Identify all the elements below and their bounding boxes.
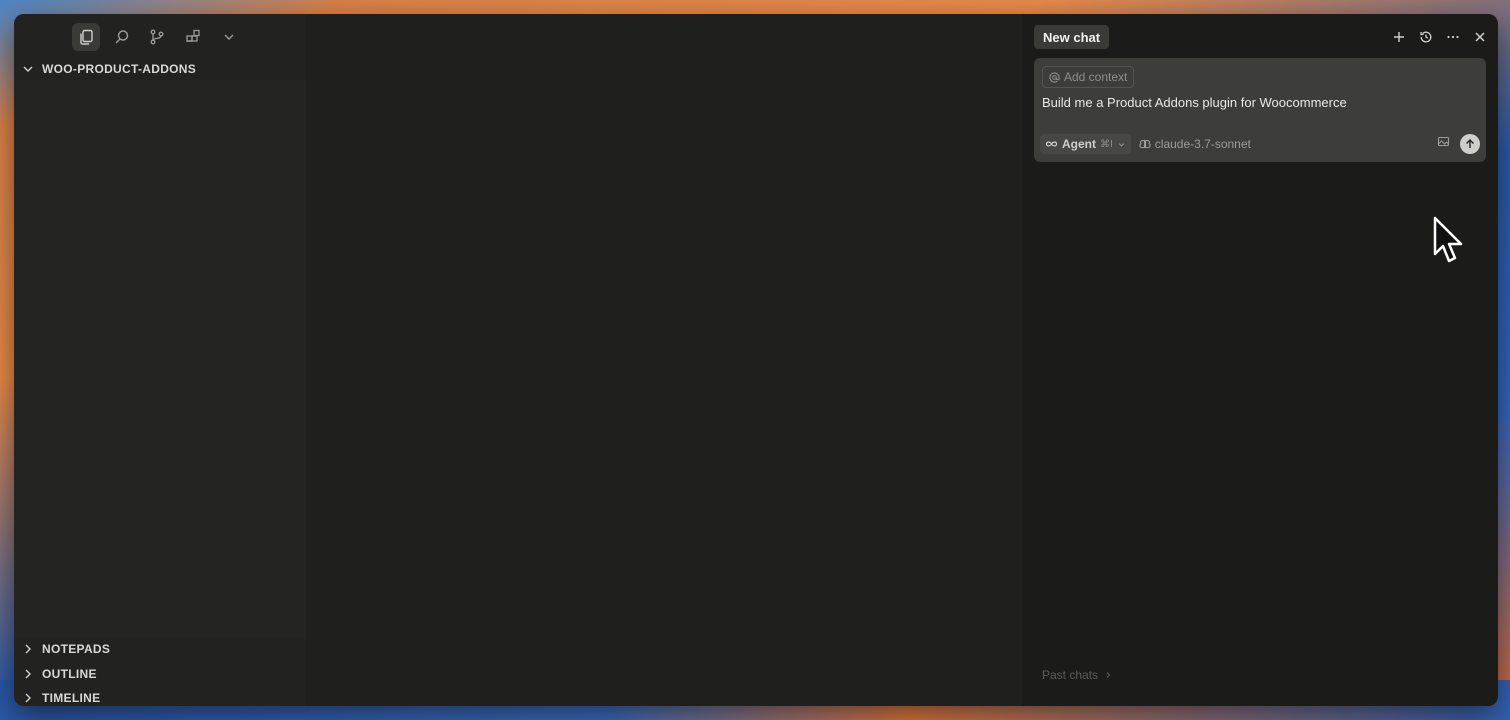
chevron-right-icon: [25, 669, 31, 679]
history-button[interactable]: [1417, 27, 1434, 47]
past-chats-link[interactable]: Past chats: [1042, 668, 1112, 682]
search-icon: [115, 30, 129, 44]
source-control-button[interactable]: [143, 23, 171, 51]
more-button[interactable]: [1444, 27, 1461, 47]
chevron-down-icon: [1118, 142, 1124, 147]
more-views-button[interactable]: [215, 23, 243, 51]
section-label: NOTEPADS: [42, 642, 111, 656]
tab-new-chat[interactable]: New chat: [1034, 25, 1110, 49]
chat-panel: New chat Add context Build me a Product …: [1022, 14, 1498, 706]
close-icon: [1474, 32, 1485, 42]
send-button[interactable]: [1460, 134, 1480, 154]
search-button[interactable]: [108, 23, 136, 51]
project-name: WOO-PRODUCT-ADDONS: [42, 62, 197, 76]
section-outline[interactable]: OUTLINE: [20, 665, 97, 683]
prompt-input[interactable]: Build me a Product Addons plugin for Woo…: [1042, 95, 1347, 110]
tab-label: New chat: [1043, 29, 1101, 45]
at-icon: [1049, 71, 1060, 83]
arrow-up-icon: [1465, 138, 1475, 148]
mouse-cursor: [1433, 216, 1463, 263]
composer-controls: Agent ⌘I claude-3.7-sonnet: [1040, 133, 1480, 155]
chevron-down-icon: [23, 66, 33, 72]
chat-actions: [1390, 27, 1488, 47]
explorer-project-header[interactable]: WOO-PRODUCT-ADDONS: [20, 60, 196, 78]
more-icon: [1446, 35, 1459, 39]
model-select[interactable]: claude-3.7-sonnet: [1139, 137, 1251, 151]
editor-area[interactable]: [306, 14, 1022, 706]
source-control-icon: [150, 29, 164, 45]
app-window: WOO-PRODUCT-ADDONS NOTEPADS OUTLINE TIME…: [14, 14, 1498, 706]
mode-label: Agent: [1062, 137, 1096, 151]
attach-image-button[interactable]: [1437, 135, 1450, 153]
model-label: claude-3.7-sonnet: [1154, 137, 1251, 151]
extensions-icon: [186, 29, 200, 42]
sidebar: WOO-PRODUCT-ADDONS NOTEPADS OUTLINE TIME…: [14, 14, 306, 706]
section-notepads[interactable]: NOTEPADS: [20, 640, 110, 658]
chevron-down-icon: [224, 34, 234, 40]
sidebar-toolbar: [14, 14, 306, 58]
file-tree[interactable]: [14, 80, 306, 638]
past-chats-label: Past chats: [1042, 668, 1099, 682]
agent-mode-select[interactable]: Agent ⌘I: [1040, 134, 1131, 154]
composer-right-actions: [1437, 134, 1480, 154]
chevron-right-icon: [1106, 672, 1111, 678]
add-context-button[interactable]: Add context: [1042, 66, 1135, 88]
explorer-button[interactable]: [72, 23, 100, 51]
section-label: OUTLINE: [42, 667, 97, 681]
mode-shortcut: ⌘I: [1100, 138, 1113, 150]
new-chat-button[interactable]: [1390, 27, 1407, 47]
brain-icon: [1139, 139, 1151, 149]
infinity-icon: [1045, 141, 1058, 147]
section-timeline[interactable]: TIMELINE: [20, 689, 100, 706]
section-label: TIMELINE: [42, 691, 101, 705]
files-icon: [80, 29, 93, 45]
extensions-button[interactable]: [179, 23, 207, 51]
close-button[interactable]: [1471, 27, 1488, 47]
chat-composer[interactable]: Add context Build me a Product Addons pl…: [1034, 58, 1486, 162]
image-icon: [1437, 136, 1450, 147]
plus-icon: [1393, 32, 1404, 42]
history-icon: [1419, 31, 1431, 43]
chevron-right-icon: [25, 644, 31, 654]
add-context-label: Add context: [1064, 70, 1128, 84]
chevron-right-icon: [25, 693, 31, 703]
